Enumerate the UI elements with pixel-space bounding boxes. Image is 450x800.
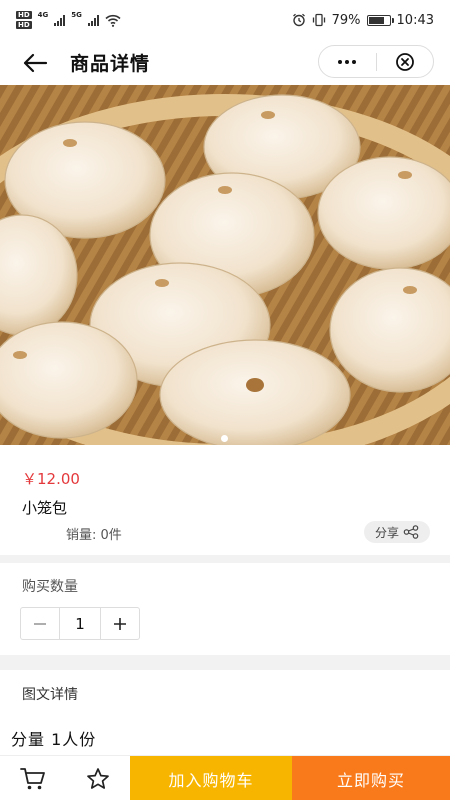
navigation-bar: 商品详情 (0, 40, 450, 85)
share-label: 分享 (374, 525, 399, 540)
status-bar: HD HD 4G 5G 79% 10:43 (0, 0, 450, 40)
alarm-icon (292, 13, 305, 27)
arrow-left-icon (23, 53, 48, 72)
bottom-action-bar: 加入购物车 立即购买 (0, 755, 450, 800)
quantity-section: 购买数量 1 (0, 563, 450, 655)
product-image-banner[interactable] (0, 85, 450, 445)
hd-badges: HD HD (16, 11, 32, 29)
vibrate-icon (312, 13, 325, 27)
product-price: ￥12.00 (22, 470, 80, 488)
wifi-icon (105, 14, 121, 27)
product-info-card: ￥12.00 小笼包 销量: 0件 分享 (0, 445, 450, 555)
buy-now-button[interactable]: 立即购买 (292, 756, 450, 800)
favorite-button[interactable] (65, 756, 130, 800)
battery-percent: 79% (331, 12, 361, 28)
signal-icon (54, 14, 66, 26)
share-button[interactable]: 分享 (364, 521, 430, 543)
more-dots-icon (338, 59, 357, 64)
network-type-label: 4G (37, 11, 49, 19)
increase-button[interactable] (101, 608, 139, 639)
network-type-label: 5G (71, 11, 82, 19)
cart-button[interactable] (0, 756, 65, 800)
share-icon (403, 525, 419, 539)
quantity-stepper: 1 (20, 607, 140, 640)
close-circle-icon (395, 52, 414, 71)
more-button[interactable] (319, 46, 376, 77)
detail-section: 图文详情 分量 1人份 (0, 670, 450, 760)
product-photo (0, 85, 450, 445)
status-left: HD HD 4G 5G (16, 11, 121, 29)
cart-icon (19, 767, 45, 789)
hd-badge: HD (16, 21, 32, 29)
star-icon (86, 767, 109, 789)
miniprogram-capsule (318, 45, 434, 78)
signal-icon (87, 14, 99, 26)
decrease-button[interactable] (21, 608, 59, 639)
product-name: 小笼包 (22, 499, 68, 517)
battery-icon (366, 14, 394, 26)
page-title: 商品详情 (70, 53, 151, 75)
plus-icon (114, 617, 126, 630)
sales-count: 销量: 0件 (66, 528, 122, 543)
quantity-label: 购买数量 (22, 579, 78, 595)
detail-text: 分量 1人份 (11, 730, 97, 749)
clock-time: 10:43 (396, 12, 434, 28)
carousel-indicator-dot (221, 435, 228, 442)
back-button[interactable] (0, 40, 70, 85)
add-to-cart-button[interactable]: 加入购物车 (130, 756, 292, 800)
status-right: 79% 10:43 (292, 13, 434, 28)
close-button[interactable] (377, 46, 434, 77)
quantity-value[interactable]: 1 (59, 608, 101, 639)
hd-badge: HD (16, 11, 32, 19)
minus-icon (34, 622, 46, 625)
detail-title: 图文详情 (22, 687, 78, 703)
